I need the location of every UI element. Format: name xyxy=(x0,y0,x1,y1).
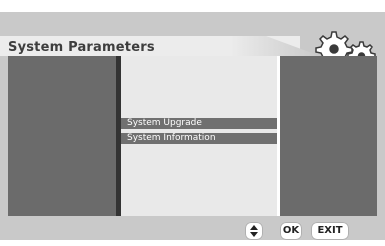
osd-screen: System Parameters System Upgrade System … xyxy=(0,0,385,246)
left-panel xyxy=(8,56,116,216)
nav-up-down-button[interactable] xyxy=(245,222,263,240)
exit-button[interactable]: EXIT xyxy=(311,222,349,240)
frame-left xyxy=(0,56,8,216)
bottom-margin xyxy=(0,240,385,246)
top-margin xyxy=(0,0,385,12)
page-title: System Parameters xyxy=(8,40,155,55)
up-down-arrows-icon xyxy=(250,225,258,237)
ok-button[interactable]: OK xyxy=(280,222,302,240)
menu-item-system-upgrade[interactable]: System Upgrade xyxy=(121,118,277,129)
right-panel xyxy=(280,56,377,216)
menu-item-system-information[interactable]: System Information xyxy=(121,133,277,144)
frame-right xyxy=(377,56,385,216)
